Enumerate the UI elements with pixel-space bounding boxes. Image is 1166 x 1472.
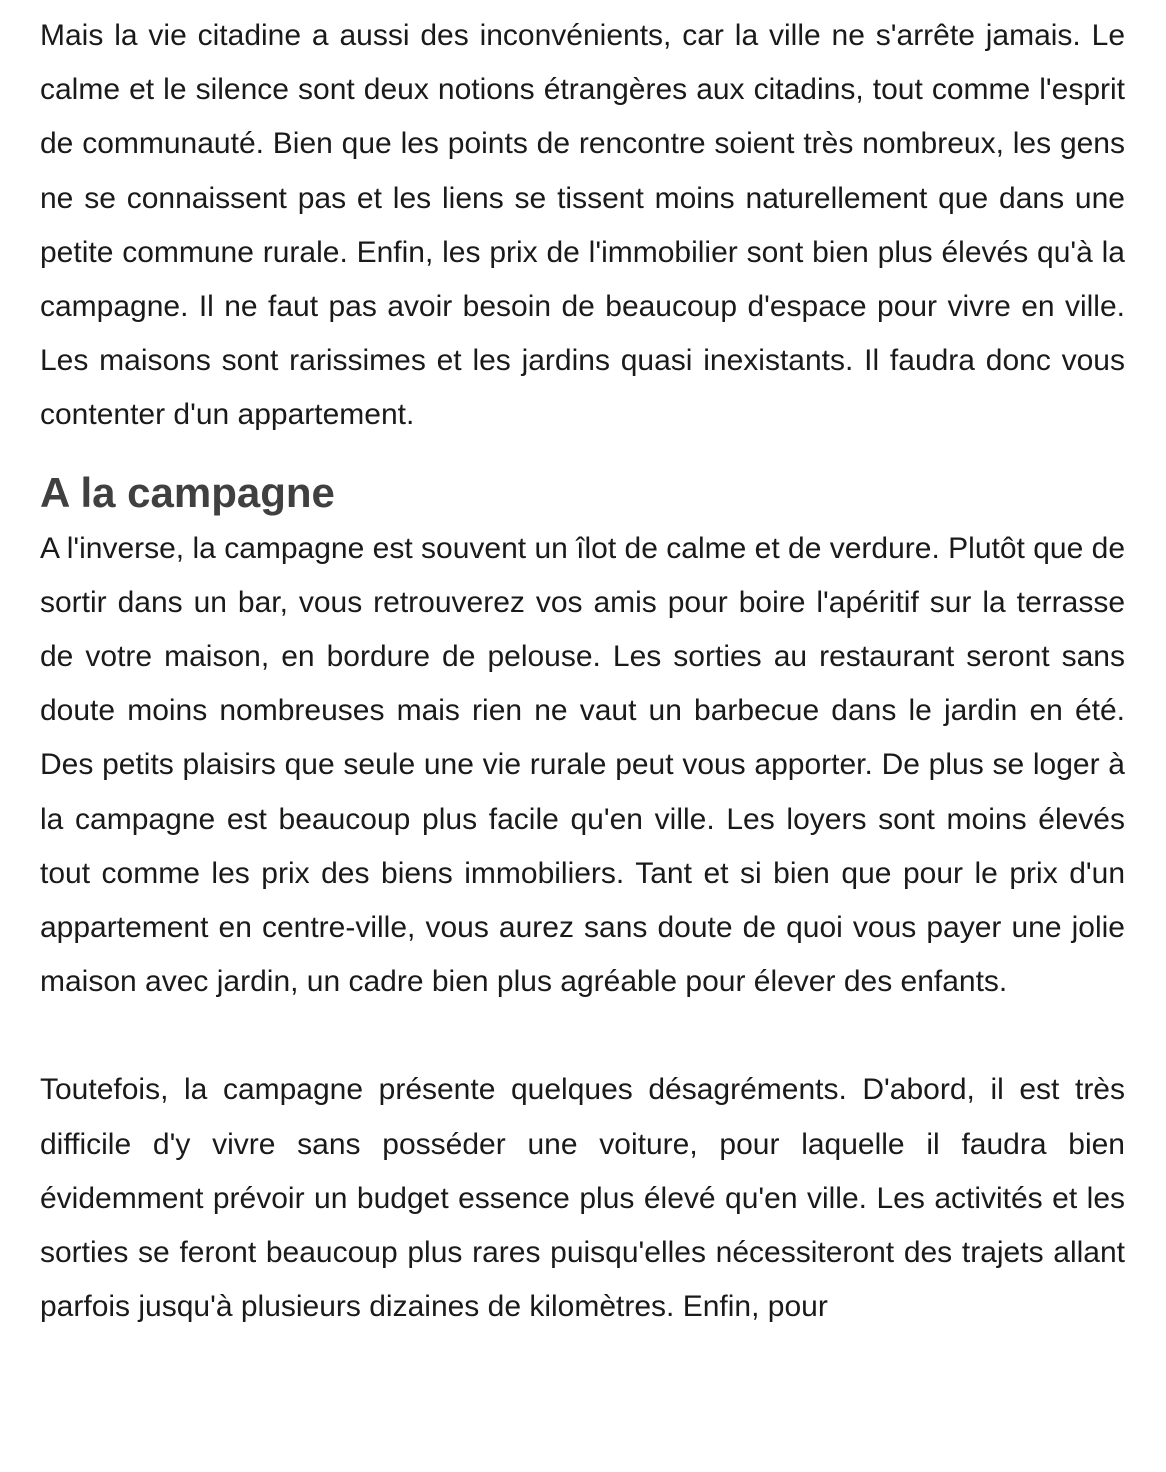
section-heading-campagne: A la campagne bbox=[40, 468, 335, 516]
paragraph-countryside-advantages: A l'inverse, la campagne est souvent un … bbox=[40, 531, 1125, 999]
article-body: Mais la vie citadine a aussi des inconvé… bbox=[40, 9, 1125, 1334]
paragraph-countryside-drawbacks: Toutefois, la campagne présente quelques… bbox=[40, 1073, 1125, 1324]
paragraph-city-drawbacks: Mais la vie citadine a aussi des inconvé… bbox=[40, 19, 1125, 432]
